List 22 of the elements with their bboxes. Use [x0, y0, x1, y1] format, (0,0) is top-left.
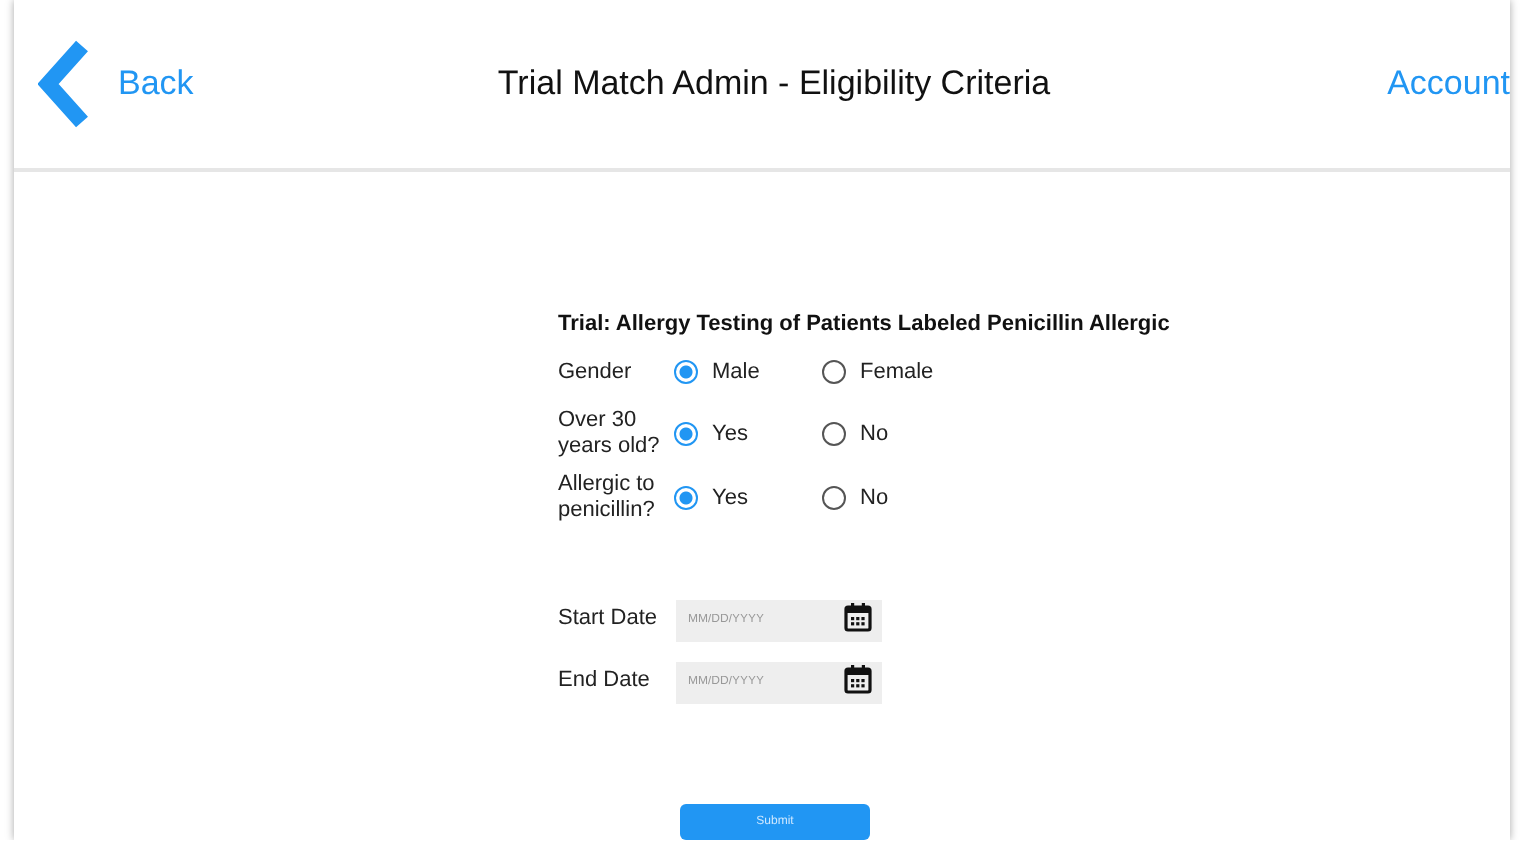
radio-icon[interactable] — [674, 486, 698, 510]
radio-option[interactable]: Male — [674, 360, 822, 384]
calendar-icon[interactable] — [844, 602, 872, 632]
trial-title: Trial: Allergy Testing of Patients Labeled Penicillin Allergic — [558, 312, 1172, 336]
date-label: End Date — [558, 667, 652, 691]
question-label: Over 30 years old? — [558, 408, 662, 460]
radio-icon[interactable] — [674, 422, 698, 446]
radio-icon[interactable] — [822, 486, 846, 510]
radio-option[interactable]: No — [822, 486, 1022, 510]
radio-option[interactable]: Yes — [674, 486, 822, 510]
question-label: Gender — [558, 359, 634, 385]
date-label: Start Date — [558, 605, 660, 629]
question-label: Allergic to penicillin? — [558, 472, 657, 524]
radio-option[interactable]: No — [822, 422, 1022, 446]
page-title: Trial Match Admin - Eligibility Criteria — [497, 64, 1051, 104]
chevron-left-icon — [38, 40, 90, 128]
radio-icon[interactable] — [822, 422, 846, 446]
radio-icon[interactable] — [822, 360, 846, 384]
radio-icon[interactable] — [674, 360, 698, 384]
radio-option[interactable]: Female — [822, 360, 1022, 384]
radio-option[interactable]: Yes — [674, 422, 822, 446]
calendar-icon[interactable] — [844, 664, 872, 694]
